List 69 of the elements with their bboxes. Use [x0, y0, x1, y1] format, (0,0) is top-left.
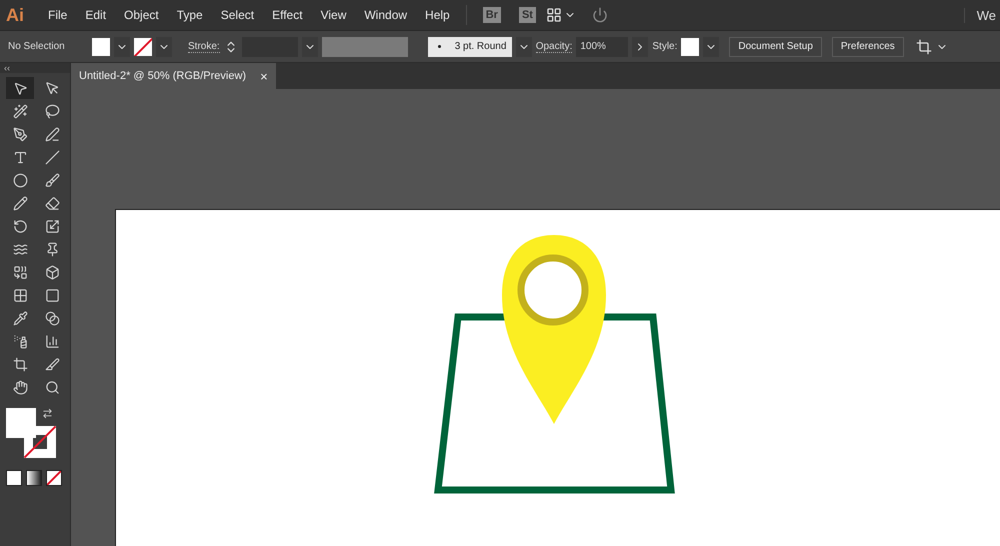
zoom-icon — [44, 380, 60, 394]
expand-button[interactable] — [632, 36, 648, 56]
wand-icon — [12, 104, 28, 118]
menu-item[interactable]: Help — [417, 8, 458, 22]
brush-icon — [44, 172, 60, 188]
knife-icon — [44, 356, 60, 372]
tool-button[interactable] — [6, 77, 34, 99]
document-tab[interactable]: Untitled-2* @ 50% (RGB/Preview) × — [71, 63, 276, 89]
menu-item[interactable]: Object — [116, 8, 167, 22]
line-icon — [44, 150, 60, 164]
menu-item[interactable]: Select — [212, 8, 262, 22]
bridge-button[interactable]: Br — [482, 7, 501, 23]
fill-color-swatch[interactable] — [6, 408, 36, 438]
toolbar-button[interactable]: Document Setup — [729, 36, 822, 56]
app-logo: Ai — [6, 4, 24, 26]
type-icon — [12, 150, 28, 164]
pen-line-icon — [44, 126, 60, 142]
opacity-label[interactable]: Opacity: — [536, 40, 572, 52]
layout-icon[interactable] — [546, 7, 562, 23]
ellipse-icon — [12, 172, 28, 188]
selection-status: No Selection — [8, 41, 66, 52]
menu-item[interactable]: Type — [168, 8, 211, 22]
power-icon[interactable] — [592, 7, 608, 23]
eraser-icon — [44, 196, 60, 210]
fill-swatch[interactable] — [92, 38, 110, 56]
opacity-field[interactable]: 100% — [576, 36, 628, 56]
spray-can-icon — [12, 334, 28, 348]
dropdown-button[interactable] — [302, 36, 318, 56]
color-mode-button[interactable] — [6, 470, 22, 486]
stroke-label[interactable]: Stroke: — [188, 40, 220, 52]
lasso-icon — [44, 104, 60, 118]
warp-icon — [12, 242, 28, 256]
pencil-icon — [12, 196, 28, 210]
workspace-label[interactable]: We — [964, 8, 1000, 22]
menu-item[interactable]: Edit — [77, 8, 114, 22]
brush-dot-icon — [438, 45, 441, 48]
brush-dropdown[interactable]: 3 pt. Round — [428, 36, 512, 56]
mesh-icon — [12, 288, 28, 302]
style-label: Style: — [652, 41, 678, 52]
eyedropper-icon — [12, 310, 28, 326]
rotate-icon — [12, 218, 28, 234]
scale-icon — [44, 218, 60, 234]
dropdown-button[interactable] — [156, 36, 172, 56]
crop-icon — [12, 356, 28, 372]
gradient-mode-button[interactable] — [26, 470, 42, 486]
hand-icon — [12, 380, 28, 394]
stroke-swatch[interactable] — [134, 38, 152, 56]
pin-icon — [44, 242, 60, 256]
none-mode-button[interactable] — [46, 470, 62, 486]
shapes-icon — [12, 264, 28, 280]
toolbar-button[interactable]: Preferences — [832, 36, 904, 56]
dropdown-button[interactable] — [703, 36, 720, 56]
close-button[interactable]: × — [260, 68, 268, 84]
variable-width-field[interactable] — [322, 36, 408, 56]
dropdown-button[interactable] — [114, 36, 130, 56]
style-swatch[interactable] — [681, 38, 700, 56]
dropdown-button[interactable] — [516, 36, 532, 56]
bar-chart-icon — [44, 334, 60, 348]
menu-item[interactable]: Window — [356, 8, 416, 22]
menu-item[interactable]: View — [312, 8, 354, 22]
swap-icon[interactable] — [42, 408, 53, 419]
arrow-outline-icon — [12, 80, 28, 96]
blend-icon — [44, 310, 60, 326]
collapse-button[interactable]: ‹‹ — [0, 63, 70, 73]
menu-item[interactable]: File — [40, 8, 76, 22]
arrow-icon — [44, 80, 60, 96]
pen-nib-icon — [12, 126, 28, 142]
menu-item[interactable]: Effect — [264, 8, 311, 22]
stock-button[interactable]: St — [518, 7, 536, 23]
